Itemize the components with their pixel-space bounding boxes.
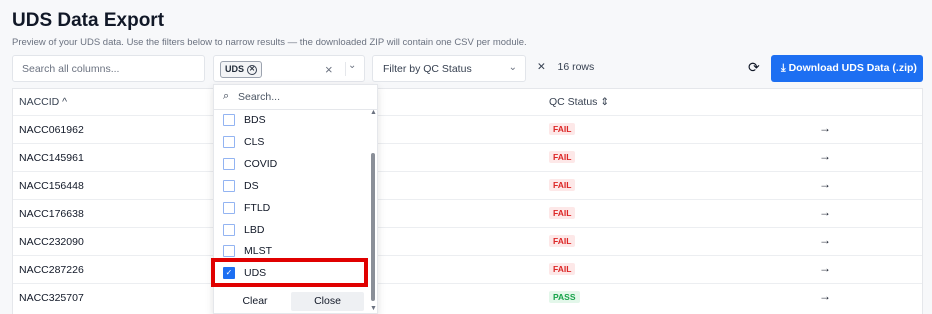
- column-header-qc-status[interactable]: QC Status ⇕: [549, 96, 609, 108]
- naccid-cell: NACC287226: [19, 264, 84, 276]
- table-row[interactable]: NACC145961 FAIL →: [13, 143, 922, 172]
- option-cls[interactable]: CLS: [214, 131, 366, 153]
- scroll-down-icon[interactable]: ▼: [370, 305, 377, 312]
- status-badge: FAIL: [549, 263, 576, 275]
- highlight-box: [211, 258, 368, 287]
- search-input[interactable]: Search all columns...: [12, 55, 205, 82]
- chevron-down-icon: ⌄: [508, 62, 517, 73]
- option-label: COVID: [244, 158, 278, 170]
- row-count: ✕ 16 rows: [537, 61, 594, 73]
- option-label: MLST: [244, 245, 273, 257]
- option-label: DS: [244, 180, 259, 192]
- arrow-right-icon[interactable]: →: [819, 205, 831, 219]
- table-row[interactable]: NACC287226 FAIL →: [13, 255, 922, 284]
- naccid-cell: NACC232090: [19, 236, 84, 248]
- status-badge: FAIL: [549, 123, 576, 135]
- table-row[interactable]: NACC156448 FAIL →: [13, 171, 922, 200]
- dropdown-search-input[interactable]: ⌕ Search...: [214, 85, 377, 110]
- column-header-naccid[interactable]: NACCID ^: [19, 96, 67, 108]
- option-ftld[interactable]: FTLD: [214, 197, 366, 219]
- option-ds[interactable]: DS: [214, 175, 366, 197]
- page-subtitle: Preview of your UDS data. Use the filter…: [12, 37, 527, 48]
- qc-filter-placeholder: Filter by QC Status: [383, 63, 472, 75]
- select-divider: [345, 62, 346, 76]
- option-label: BDS: [244, 114, 266, 126]
- clear-selection-icon[interactable]: ×: [325, 62, 333, 77]
- chip-remove-icon[interactable]: ✕: [247, 64, 258, 75]
- naccid-cell: NACC156448: [19, 180, 84, 192]
- checkbox[interactable]: [223, 224, 235, 236]
- download-icon: ⤓: [781, 62, 786, 74]
- page-title: UDS Data Export: [12, 10, 165, 31]
- arrow-right-icon[interactable]: →: [819, 289, 831, 303]
- checkbox[interactable]: [223, 245, 235, 257]
- naccid-cell: NACC145961: [19, 152, 84, 164]
- dropdown-footer: Clear Close: [214, 290, 366, 314]
- clear-button[interactable]: Clear: [222, 292, 288, 311]
- option-label: CLS: [244, 136, 265, 148]
- arrow-right-icon[interactable]: →: [819, 149, 831, 163]
- option-bds[interactable]: BDS: [214, 109, 366, 131]
- table-row[interactable]: NACC232090 FAIL →: [13, 227, 922, 256]
- checkbox[interactable]: [223, 180, 235, 192]
- option-covid[interactable]: COVID: [214, 153, 366, 175]
- dropdown-search-placeholder: Search...: [238, 91, 281, 103]
- dropdown-scrollbar[interactable]: ▲ ▼: [369, 109, 377, 313]
- checkbox[interactable]: [223, 158, 235, 170]
- naccid-cell: NACC176638: [19, 208, 84, 220]
- scroll-up-icon[interactable]: ▲: [370, 109, 377, 116]
- checkbox[interactable]: [223, 114, 235, 126]
- option-label: FTLD: [244, 202, 271, 214]
- module-filter-select[interactable]: UDS ✕ × ⌄: [213, 55, 365, 82]
- naccid-cell: NACC325707: [19, 292, 84, 304]
- status-badge: FAIL: [549, 179, 576, 191]
- export-panel: UDS Data Export Preview of your UDS data…: [0, 0, 932, 314]
- naccid-cell: NACC061962: [19, 124, 84, 136]
- checkbox[interactable]: [223, 202, 235, 214]
- table-row[interactable]: NACC176638 FAIL →: [13, 199, 922, 228]
- chevron-down-icon[interactable]: ⌄: [348, 60, 356, 71]
- table-row[interactable]: NACC325707 PASS →: [13, 283, 922, 312]
- download-button-label: Download UDS Data (.zip): [788, 62, 917, 74]
- option-lbd[interactable]: LBD: [214, 219, 366, 241]
- scrollbar-thumb[interactable]: [371, 153, 375, 301]
- qc-status-filter[interactable]: Filter by QC Status ⌄: [372, 55, 526, 82]
- row-count-label: 16 rows: [557, 61, 595, 73]
- module-chip-label: UDS: [225, 64, 245, 74]
- status-badge: FAIL: [549, 151, 576, 163]
- checkbox[interactable]: [223, 136, 235, 148]
- data-table: NACCID ^ QC Status ⇕ NACC061962 FAIL → N…: [12, 88, 923, 314]
- clear-filters-icon[interactable]: ✕: [537, 61, 546, 73]
- table-row[interactable]: NACC061962 FAIL →: [13, 115, 922, 144]
- search-icon: ⌕: [223, 90, 230, 102]
- close-button[interactable]: Close: [291, 292, 364, 311]
- status-badge: PASS: [549, 291, 580, 303]
- module-chip-uds[interactable]: UDS ✕: [220, 61, 263, 78]
- download-zip-button[interactable]: ⤓ Download UDS Data (.zip): [771, 55, 923, 82]
- arrow-right-icon[interactable]: →: [819, 261, 831, 275]
- arrow-right-icon[interactable]: →: [819, 177, 831, 191]
- arrow-right-icon[interactable]: →: [819, 121, 831, 135]
- status-badge: FAIL: [549, 235, 576, 247]
- refresh-icon[interactable]: ⟳: [748, 59, 760, 76]
- option-label: LBD: [244, 224, 265, 236]
- status-badge: FAIL: [549, 207, 576, 219]
- arrow-right-icon[interactable]: →: [819, 233, 831, 247]
